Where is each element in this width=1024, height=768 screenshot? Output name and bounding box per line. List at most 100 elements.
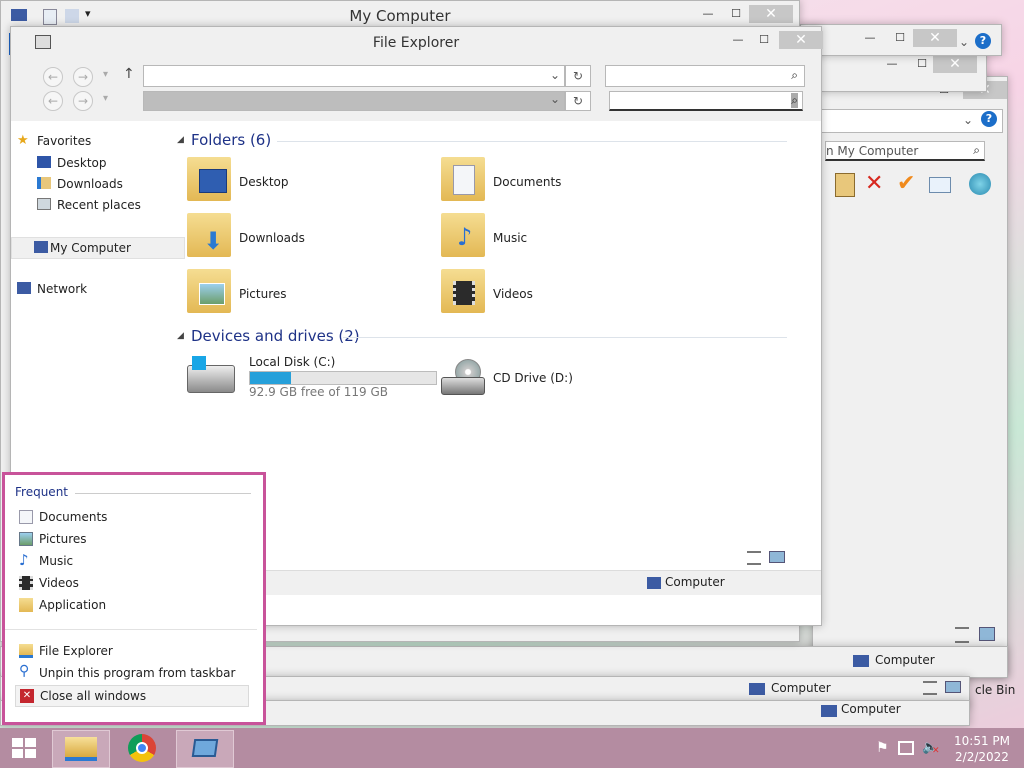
maximize-button[interactable]: ☐ <box>723 5 749 23</box>
jump-item-documents[interactable]: Documents <box>15 507 245 527</box>
dropdown-icon[interactable]: ⌄ <box>550 68 560 82</box>
jump-task-file-explorer[interactable]: File Explorer <box>15 641 245 661</box>
view-tiles-icon[interactable] <box>979 627 995 641</box>
minimize-button[interactable]: — <box>879 55 905 73</box>
refresh-button[interactable]: ↻ <box>565 65 591 87</box>
maximize-button[interactable]: ☐ <box>887 29 913 47</box>
jump-item-application[interactable]: Application <box>15 595 245 615</box>
search-input[interactable]: ⌕ <box>609 91 803 111</box>
jump-item-label: Unpin this program from taskbar <box>39 666 236 680</box>
up-arrow-icon[interactable]: ↑ <box>123 66 135 82</box>
computer-icon <box>34 241 48 253</box>
network-icon[interactable] <box>898 741 914 755</box>
search-input[interactable]: ⌕ <box>605 65 805 87</box>
close-button[interactable]: ✕ <box>749 5 793 23</box>
address-field[interactable]: ⌄ <box>143 65 565 87</box>
close-button[interactable]: ✕ <box>933 55 977 73</box>
nav-network[interactable]: Network <box>17 279 87 299</box>
action-center-flag-icon[interactable]: ⚑ <box>876 740 889 756</box>
close-button[interactable]: ✕ <box>913 29 957 47</box>
search-input[interactable]: n My Computer ⌕ <box>825 141 985 161</box>
folder-label: Pictures <box>239 287 287 301</box>
downloads-icon <box>37 177 51 189</box>
folder-label: Videos <box>493 287 533 301</box>
view-tiles-icon[interactable] <box>769 551 785 563</box>
nav-desktop[interactable]: Desktop <box>37 153 107 173</box>
minimize-button[interactable]: — <box>725 31 751 49</box>
minimize-button[interactable]: — <box>857 29 883 47</box>
close-button[interactable]: ✕ <box>779 31 823 49</box>
folder-tile-downloads[interactable]: ⬇ Downloads <box>187 213 407 265</box>
recycle-bin-label[interactable]: cle Bin <box>975 683 1015 697</box>
taskbar-file-explorer[interactable] <box>52 730 110 768</box>
view-details-icon[interactable] <box>747 551 761 565</box>
drive-tile-local-disk[interactable]: Local Disk (C:) 92.9 GB free of 119 GB <box>185 353 437 401</box>
address-field[interactable]: ⌄ <box>143 91 565 111</box>
recent-locations-icon[interactable]: ▾ <box>103 69 108 80</box>
nav-recent-places[interactable]: Recent places <box>37 195 141 215</box>
forward-button[interactable]: → <box>73 91 93 111</box>
recent-locations-icon[interactable]: ▾ <box>103 93 108 104</box>
help-icon[interactable]: ? <box>975 33 991 49</box>
jump-task-unpin[interactable]: ⚲ Unpin this program from taskbar <box>15 663 245 683</box>
maximize-button[interactable]: ☐ <box>751 31 777 49</box>
drive-label: CD Drive (D:) <box>493 371 573 385</box>
folder-tile-videos[interactable]: Videos <box>441 269 661 321</box>
dropdown-icon[interactable]: ⌄ <box>963 113 973 127</box>
folder-tile-documents[interactable]: Documents <box>441 157 661 209</box>
folders-header: Folders (6) <box>191 131 272 149</box>
dropdown-icon[interactable]: ⌄ <box>959 35 969 49</box>
view-tiles-icon[interactable] <box>945 681 961 693</box>
status-location: Computer <box>665 575 725 589</box>
folder-tile-music[interactable]: ♪ Music <box>441 213 661 265</box>
search-icon: ⌕ <box>791 93 798 108</box>
nav-my-computer[interactable]: My Computer <box>11 237 185 259</box>
jump-item-pictures[interactable]: Pictures <box>15 529 245 549</box>
status-location: Computer <box>771 681 831 695</box>
forward-button[interactable]: → <box>73 67 93 87</box>
address-field[interactable] <box>813 109 1003 133</box>
nav-label: Favorites <box>37 134 92 148</box>
properties-icon[interactable] <box>929 177 951 193</box>
taskbar-my-computer[interactable] <box>176 730 234 768</box>
clipboard-icon[interactable] <box>835 173 855 197</box>
drive-tile-cd[interactable]: CD Drive (D:) <box>441 353 661 401</box>
drive-label: Local Disk (C:) <box>249 355 336 369</box>
check-icon[interactable]: ✔ <box>897 171 915 196</box>
jump-item-music[interactable]: ♪ Music <box>15 551 245 571</box>
back-button[interactable]: ← <box>43 91 63 111</box>
folder-label: Desktop <box>239 175 289 189</box>
computer-icon <box>647 577 661 589</box>
minimize-button[interactable]: — <box>695 5 721 23</box>
nav-downloads[interactable]: Downloads <box>37 174 123 194</box>
folder-tile-pictures[interactable]: Pictures <box>187 269 407 321</box>
jump-item-videos[interactable]: Videos <box>15 573 245 593</box>
globe-icon[interactable] <box>969 173 991 195</box>
view-details-icon[interactable] <box>923 681 937 695</box>
delete-icon[interactable]: ✕ <box>865 171 883 196</box>
network-icon <box>17 282 31 294</box>
help-icon[interactable]: ? <box>981 111 997 127</box>
dropdown-icon[interactable]: ⌄ <box>550 92 560 106</box>
computer-icon <box>821 705 837 717</box>
documents-folder-icon <box>441 157 485 201</box>
view-details-icon[interactable] <box>955 627 969 643</box>
windows-logo-icon <box>192 356 206 370</box>
nav-label: Desktop <box>57 156 107 170</box>
taskbar-chrome[interactable] <box>114 730 170 766</box>
folder-label: Documents <box>493 175 562 189</box>
collapse-icon[interactable]: ◢ <box>177 331 184 341</box>
star-icon: ★ <box>17 133 29 148</box>
jump-task-close-all[interactable]: ✕ Close all windows <box>15 685 249 707</box>
collapse-icon[interactable]: ◢ <box>177 135 184 145</box>
nav-favorites[interactable]: ★ Favorites <box>17 131 91 151</box>
clock[interactable]: 10:51 PM 2/2/2022 <box>950 733 1014 765</box>
videos-folder-icon <box>441 269 485 313</box>
start-button[interactable] <box>8 734 40 762</box>
system-tray: ⚑ 🔈 ✕ <box>870 736 950 764</box>
back-button[interactable]: ← <box>43 67 63 87</box>
refresh-button[interactable]: ↻ <box>565 91 591 111</box>
nav-label: Network <box>37 282 88 296</box>
folder-tile-desktop[interactable]: Desktop <box>187 157 407 209</box>
maximize-button[interactable]: ☐ <box>909 55 935 73</box>
